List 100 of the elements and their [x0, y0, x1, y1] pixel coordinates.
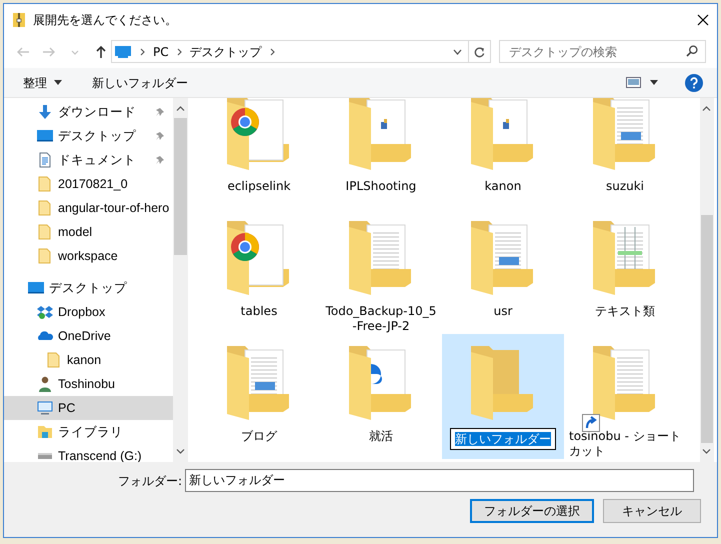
folder-name-field[interactable]: 新しいフォルダー — [185, 469, 694, 492]
sidebar-item[interactable]: Transcend (G:) — [4, 444, 173, 462]
dropdown-icon[interactable] — [650, 80, 658, 85]
folder-item[interactable]: eclipselink — [198, 98, 320, 209]
folder-item[interactable]: usr — [442, 209, 564, 334]
scroll-down-icon[interactable] — [702, 449, 711, 454]
sidebar-item-label: Transcend (G:) — [58, 448, 142, 462]
folder-item[interactable]: tables — [198, 209, 320, 334]
sidebar-item[interactable]: ライブラリ — [4, 420, 173, 444]
scrollbar-thumb[interactable] — [701, 215, 713, 443]
folder-icon — [37, 224, 53, 240]
folder-name: suzuki — [606, 179, 644, 194]
folder-icon — [37, 248, 53, 264]
folder-icon — [37, 200, 53, 216]
sidebar-item[interactable]: ドキュメント — [4, 148, 173, 172]
folder-item[interactable]: kanon — [442, 98, 564, 209]
folder-name: tosinobu - ショートカット — [569, 429, 681, 459]
chevron-icon[interactable] — [176, 48, 182, 56]
sidebar-item[interactable]: angular-tour-of-hero — [4, 196, 173, 220]
user-icon — [37, 376, 53, 392]
monitor-icon — [115, 46, 131, 58]
sidebar-item-label: Toshinobu — [58, 376, 115, 393]
refresh-icon[interactable] — [474, 46, 485, 58]
sidebar-item-label: model — [58, 224, 92, 241]
pin-icon[interactable] — [155, 155, 165, 165]
folder-name: IPLShooting — [346, 179, 416, 194]
sidebar-item-label: デスクトップ — [49, 280, 127, 297]
breadcrumb[interactable]: デスクトップ — [190, 42, 262, 60]
view-icon[interactable] — [626, 77, 641, 88]
scroll-down-icon[interactable] — [176, 449, 185, 454]
library-icon — [37, 424, 53, 440]
folder-item[interactable]: suzuki — [564, 98, 686, 209]
sidebar-item-label: ライブラリ — [58, 424, 123, 441]
new-folder-button[interactable]: 新しいフォルダー — [92, 74, 188, 92]
folder-item[interactable]: Todo_Backup-10_5-Free-JP-2 — [320, 209, 442, 334]
up-arrow-icon[interactable] — [94, 44, 108, 58]
sidebar-item-label: workspace — [58, 248, 118, 265]
drive-icon — [37, 452, 53, 460]
organize-menu-button[interactable]: 整理 — [23, 74, 62, 92]
breadcrumb[interactable]: PC — [153, 42, 169, 60]
pin-icon[interactable] — [155, 131, 165, 141]
folder-item[interactable]: 新しいフォルダー — [442, 334, 564, 459]
sidebar-item-label: ドキュメント — [58, 152, 136, 169]
scroll-up-icon[interactable] — [176, 106, 185, 111]
zip-folder-icon — [13, 12, 25, 28]
sidebar-item[interactable]: デスクトップ — [4, 276, 173, 300]
document-icon — [37, 152, 53, 168]
sidebar-item[interactable]: kanon — [4, 348, 173, 372]
folder-item[interactable]: 就活 — [320, 334, 442, 459]
scrollbar[interactable] — [700, 98, 714, 462]
cancel-button[interactable]: キャンセル — [603, 499, 701, 523]
folder-name: eclipselink — [227, 179, 291, 194]
folder-name: 就活 — [369, 429, 393, 444]
sidebar-item[interactable]: workspace — [4, 244, 173, 268]
folder-icon — [37, 176, 53, 192]
pin-icon[interactable] — [155, 107, 165, 117]
folder-item[interactable]: IPLShooting — [320, 98, 442, 209]
sidebar-item[interactable]: ダウンロード — [4, 100, 173, 124]
sidebar-item[interactable]: 20170821_0 — [4, 172, 173, 196]
sidebar-item-label: 20170821_0 — [58, 176, 128, 193]
sidebar-item-label: ダウンロード — [58, 104, 136, 121]
dropdown-icon[interactable] — [453, 48, 462, 54]
desktop-icon — [28, 280, 44, 296]
window-title: 展開先を選んでください。 — [33, 12, 177, 28]
select-folder-button[interactable]: フォルダーの選択 — [470, 499, 594, 523]
chevron-icon[interactable] — [270, 48, 275, 56]
folder-name: ブログ — [241, 429, 277, 444]
sidebar-item-label: PC — [58, 400, 76, 417]
sidebar-item[interactable]: PC — [4, 396, 173, 420]
scrollbar[interactable] — [173, 98, 188, 462]
sidebar-item[interactable]: OneDrive — [4, 324, 173, 348]
sidebar-item[interactable]: Toshinobu — [4, 372, 173, 396]
folder-name: Todo_Backup-10_5-Free-JP-2 — [325, 304, 437, 334]
scrollbar-thumb[interactable] — [174, 118, 187, 255]
sidebar-item-label: OneDrive — [58, 328, 111, 345]
sidebar-item[interactable]: Dropbox — [4, 300, 173, 324]
sidebar-item-label: Dropbox — [58, 304, 106, 321]
folder-label: フォルダー: — [116, 472, 183, 490]
sidebar-item[interactable]: model — [4, 220, 173, 244]
dropbox-icon — [37, 304, 53, 320]
desktop-icon — [37, 128, 53, 144]
chevron-icon[interactable] — [140, 48, 145, 56]
sidebar-item[interactable]: デスクトップ — [4, 124, 173, 148]
search-field[interactable]: デスクトップの検索 — [499, 40, 706, 63]
search-icon[interactable] — [686, 45, 698, 57]
sidebar-item-label: kanon — [67, 352, 102, 369]
caret-icon[interactable] — [54, 80, 62, 85]
folder-name: usr — [494, 304, 512, 319]
scroll-up-icon[interactable] — [702, 106, 711, 111]
rename-field[interactable]: 新しいフォルダー — [450, 428, 556, 450]
download-icon — [37, 104, 53, 120]
folder-item[interactable]: ブログ — [198, 334, 320, 459]
sidebar-item-label: angular-tour-of-hero — [58, 200, 170, 217]
close-icon[interactable] — [697, 14, 709, 26]
address-bar[interactable]: PC デスクトップ — [111, 40, 491, 63]
pc-icon — [37, 400, 53, 416]
folder-item[interactable]: テキスト類 — [564, 209, 686, 334]
folder-item[interactable]: tosinobu - ショートカット — [564, 334, 686, 459]
help-icon[interactable] — [685, 74, 703, 92]
folder-icon — [46, 352, 62, 368]
